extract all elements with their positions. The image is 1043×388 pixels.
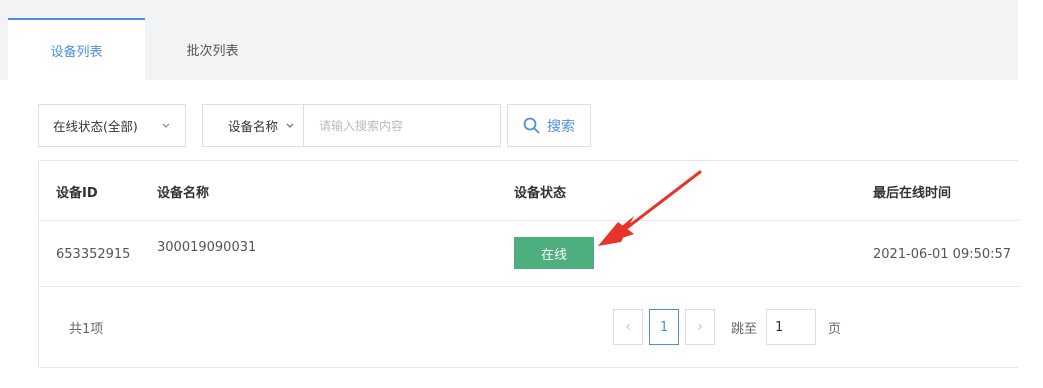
col-device-name: 设备名称 [157,185,210,201]
chevron-right-icon: › [697,319,703,335]
chevron-down-icon [162,123,170,128]
chevron-left-icon: ‹ [625,319,631,335]
page-1-button[interactable]: 1 [649,309,679,345]
device-table: 设备ID 设备名称 设备状态 最后在线时间 653352915 30001909… [38,160,1019,368]
device-name-cell: 300019090031 [157,239,257,255]
search-icon [523,117,540,134]
jump-to-label: 跳至 [731,321,758,337]
table-row: 653352915 300019090031 在线 2021-06-01 09:… [39,221,1019,287]
jump-page-input[interactable] [766,309,816,345]
tab-device-list[interactable]: 设备列表 [8,18,145,80]
tab-strip: 设备列表 批次列表 [0,18,1018,80]
total-count: 共1项 [69,322,104,337]
table-header: 设备ID 设备名称 设备状态 最后在线时间 [39,161,1019,221]
col-device-id: 设备ID [56,185,98,201]
chevron-down-icon [286,123,294,128]
status-badge: 在线 [514,237,594,269]
online-status-select[interactable]: 在线状态(全部) [38,104,186,147]
col-last-online: 最后在线时间 [873,185,952,201]
search-field-select[interactable]: 设备名称 [203,105,304,146]
search-group: 设备名称 [202,104,501,147]
page-suffix-label: 页 [828,321,842,337]
prev-page-button[interactable]: ‹ [613,309,643,345]
tab-device-list-label: 设备列表 [50,44,103,60]
online-status-select-value: 在线状态(全部) [53,119,138,134]
device-id-cell: 653352915 [56,246,131,262]
top-bar [0,0,1018,18]
search-input[interactable] [305,105,500,146]
search-button[interactable]: 搜索 [507,104,591,147]
tab-batch-list-label: 批次列表 [186,43,239,59]
pagination-footer: 共1项 ‹ 1 › 跳至 页 [39,287,1019,368]
col-device-status: 设备状态 [514,185,567,201]
search-field-select-value: 设备名称 [228,119,279,134]
page-number: 1 [659,319,669,335]
tab-batch-list[interactable]: 批次列表 [145,18,280,80]
search-button-label: 搜索 [547,118,575,135]
last-online-cell: 2021-06-01 09:50:57 [873,246,1012,262]
next-page-button[interactable]: › [685,309,715,345]
